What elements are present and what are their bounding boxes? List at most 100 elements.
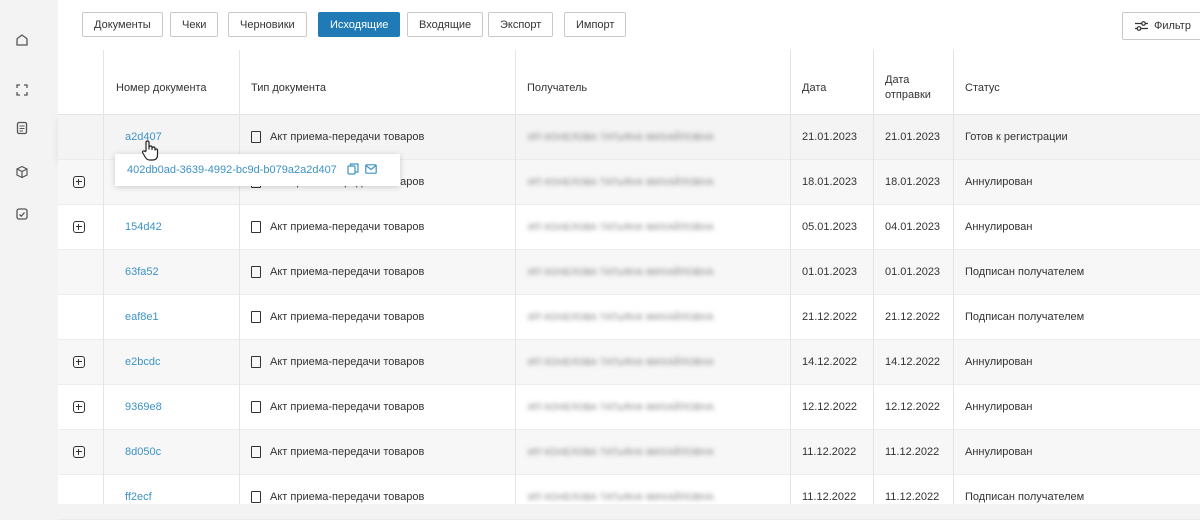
col-sent-date[interactable]: Дата отправки (885, 62, 945, 114)
hand-cursor-icon (139, 139, 161, 163)
recipient-name-blurred: ИП КОНЕЛОВА ТАТЬЯНА МИХАЙЛОВНА (528, 312, 715, 322)
home-icon[interactable] (12, 30, 32, 50)
document-icon (251, 311, 261, 323)
tab-incoming[interactable]: Входящие (407, 12, 484, 37)
document-type-label: Акт приема-передачи товаров (270, 131, 425, 143)
sent-date: 04.01.2023 (885, 221, 941, 233)
table-row[interactable]: e2bcdc Акт приема-передачи товаров ИП КОНЕ… (58, 340, 1200, 385)
checklist-icon[interactable] (12, 204, 32, 224)
document-icon (251, 356, 261, 368)
document-number-link[interactable]: ff2ecf (125, 475, 152, 519)
document-icon (251, 221, 261, 233)
table-header: Номер документа Тип документа Получатель… (58, 62, 1200, 115)
document-number-link[interactable]: eaf8e1 (125, 295, 159, 339)
tab-import[interactable]: Импорт (564, 12, 627, 37)
tab-export[interactable]: Экспорт (488, 12, 554, 37)
expand-row-button[interactable] (73, 430, 85, 474)
filter-icon (1135, 21, 1148, 31)
document-status: Аннулирован (965, 356, 1033, 368)
document-type: Акт приема-передачи товаров (251, 340, 424, 384)
col-type[interactable]: Тип документа (251, 62, 326, 114)
sent-date: 11.12.2022 (885, 491, 940, 503)
expand-row-button[interactable] (73, 205, 85, 249)
table-row[interactable]: eaf8e1 Акт приема-передачи товаров ИП КОНЕ… (58, 295, 1200, 340)
plus-square-icon (73, 446, 85, 458)
document-type-label: Акт приема-передачи товаров (270, 446, 425, 458)
column-divider (239, 50, 240, 504)
email-icon[interactable] (365, 163, 377, 177)
main-content: Документы Чеки Черновики Исходящие Входя… (58, 0, 1200, 520)
tab-documents[interactable]: Документы (82, 12, 163, 37)
scan-icon[interactable] (12, 80, 32, 100)
document-date: 14.12.2022 (802, 356, 858, 368)
expand-row-button[interactable] (73, 160, 85, 204)
recipient-name-blurred: ИП КОНЕЛОВА ТАТЬЯНА МИХАЙЛОВНА (528, 357, 715, 367)
document-status: Аннулирован (965, 401, 1033, 413)
document-type: Акт приема-передачи товаров (251, 250, 424, 294)
plus-square-icon (73, 356, 85, 368)
document-type: Акт приема-передачи товаров (251, 205, 424, 249)
sent-date: 18.01.2023 (885, 176, 941, 188)
box-icon[interactable] (12, 162, 32, 182)
document-status: Аннулирован (965, 176, 1033, 188)
column-divider (873, 50, 874, 504)
document-type: Акт приема-передачи товаров (251, 115, 424, 159)
document-icon (251, 266, 261, 278)
document-type-label: Акт приема-передачи товаров (270, 491, 425, 503)
tab-bar: Документы Чеки Черновики Исходящие Входя… (58, 0, 1200, 50)
document-icon (251, 401, 261, 413)
expand-row-button[interactable] (73, 385, 85, 429)
column-divider (515, 50, 516, 504)
sent-date: 21.12.2022 (885, 311, 941, 323)
full-document-id[interactable]: 402db0ad-3639-4992-bc9d-b079a2a2d407 (127, 164, 337, 176)
document-date: 18.01.2023 (802, 176, 858, 188)
document-status: Подписан получателем (965, 491, 1085, 503)
document-number-link[interactable]: 63fa52 (125, 250, 159, 294)
recipient-name-blurred: ИП КОНЕЛОВА ТАТЬЯНА МИХАЙЛОВНА (528, 177, 715, 187)
document-number-link[interactable]: 8d050c (125, 430, 161, 474)
table-row[interactable]: 8d050c Акт приема-передачи товаров ИП КОНЕ… (58, 430, 1200, 475)
tab-outgoing[interactable]: Исходящие (318, 12, 401, 37)
table-row[interactable]: 63fa52 Акт приема-передачи товаров ИП КОНЕ… (58, 250, 1200, 295)
filter-label: Фильтр (1154, 20, 1191, 32)
document-type: Акт приема-передачи товаров (251, 430, 424, 474)
copy-icon[interactable] (347, 162, 359, 178)
document-date: 11.12.2022 (802, 491, 857, 503)
document-date: 01.01.2023 (802, 266, 858, 278)
sent-date: 14.12.2022 (885, 356, 941, 368)
document-icon (251, 131, 261, 143)
expand-row-button[interactable] (73, 340, 85, 384)
document-type: Акт приема-передачи товаров (251, 385, 424, 429)
col-status[interactable]: Статус (965, 62, 1000, 114)
document-status: Подписан получателем (965, 266, 1085, 278)
document-icon (251, 491, 261, 503)
recipient-name-blurred: ИП КОНЕЛОВА ТАТЬЯНА МИХАЙЛОВНА (528, 132, 715, 142)
document-type-label: Акт приема-передачи товаров (270, 266, 425, 278)
recipient-name-blurred: ИП КОНЕЛОВА ТАТЬЯНА МИХАЙЛОВНА (528, 222, 715, 232)
tab-receipts[interactable]: Чеки (170, 12, 219, 37)
table-row[interactable]: 154d42 Акт приема-передачи товаров ИП КОНЕ… (58, 205, 1200, 250)
filter-button[interactable]: Фильтр (1122, 12, 1200, 40)
plus-square-icon (73, 176, 85, 188)
col-date[interactable]: Дата (802, 62, 826, 114)
document-type-label: Акт приема-передачи товаров (270, 311, 425, 323)
document-number-link[interactable]: 154d42 (125, 205, 162, 249)
col-recipient[interactable]: Получатель (527, 62, 587, 114)
table-row[interactable]: ff2ecf Акт приема-передачи товаров ИП КОНЕ… (58, 475, 1200, 520)
document-list-icon[interactable] (12, 118, 32, 138)
sidebar (0, 0, 46, 504)
column-divider (103, 50, 104, 504)
document-type: Акт приема-передачи товаров (251, 475, 424, 519)
document-type-label: Акт приема-передачи товаров (270, 401, 425, 413)
document-date: 05.01.2023 (802, 221, 858, 233)
tab-drafts[interactable]: Черновики (228, 12, 307, 37)
document-number-link[interactable]: 9369e8 (125, 385, 162, 429)
document-status: Готов к регистрации (965, 131, 1068, 143)
document-date: 21.01.2023 (802, 131, 858, 143)
table-row[interactable]: 9369e8 Акт приема-передачи товаров ИП КОНЕ… (58, 385, 1200, 430)
document-icon (251, 446, 261, 458)
col-number[interactable]: Номер документа (116, 62, 207, 114)
document-number-link[interactable]: e2bcdc (125, 340, 160, 384)
recipient-name-blurred: ИП КОНЕЛОВА ТАТЬЯНА МИХАЙЛОВНА (528, 492, 715, 502)
column-divider (953, 50, 954, 504)
